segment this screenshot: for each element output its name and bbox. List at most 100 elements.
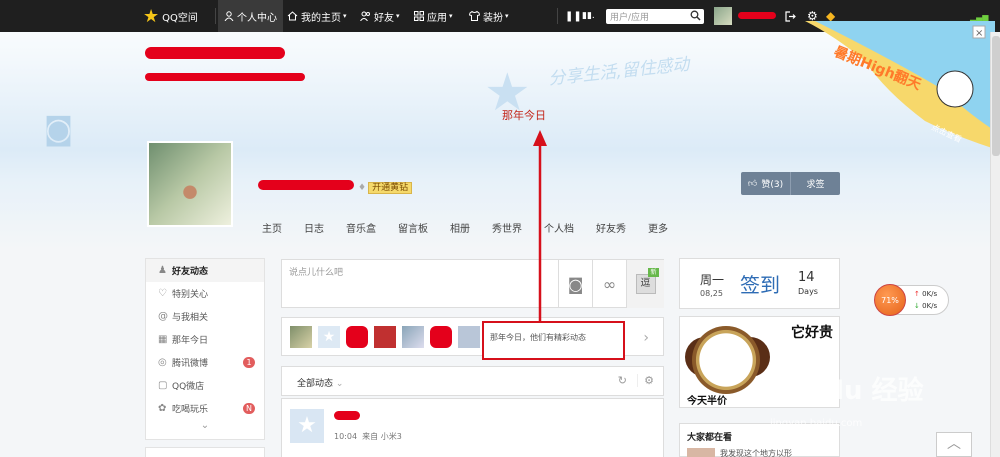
chevron-down-icon: ▾ — [396, 12, 400, 20]
tab-album[interactable]: 相册 — [450, 220, 470, 235]
nav-my-homepage[interactable]: 我的主页 ▾ — [287, 0, 347, 32]
tab-blog[interactable]: 日志 — [304, 220, 324, 235]
annotation-title: 那年今日 — [502, 109, 546, 122]
photo-camera-icon[interactable]: ◙ — [558, 260, 592, 308]
down-arrow-icon: ↓ — [914, 302, 920, 310]
sidebar-item-label: 与我相关 — [172, 313, 209, 323]
camera-decoration-icon: ◙ — [44, 112, 74, 147]
qzone-logo[interactable]: ★ QQ空间 — [143, 0, 198, 32]
network-speed-widget[interactable]: 71% ↑ 0K/s ↓ 0K/s — [874, 284, 949, 316]
trending-title: 大家都在看 — [687, 433, 733, 443]
nav-decorate[interactable]: 装扮 ▾ — [469, 0, 509, 32]
friend-avatar[interactable] — [290, 326, 312, 348]
sidebar-lower-panel — [145, 447, 265, 457]
friend-avatar-redacted[interactable] — [430, 326, 452, 348]
on-this-day-highlight[interactable]: 那年今日，他们有精彩动态 — [482, 321, 625, 360]
expand-chevron-icon[interactable]: ⌄ — [146, 420, 264, 431]
feed-meta: 10:04 来自 小米3 — [334, 431, 402, 442]
vip-label: 开通黄钻 — [368, 182, 413, 194]
nav-apps[interactable]: 应用 ▾ — [414, 0, 453, 32]
up-arrow-icon: ↑ — [914, 290, 920, 298]
upload-value: 0K/s — [922, 290, 938, 298]
checkin-button[interactable]: 签到 — [740, 269, 780, 298]
sidebar-item-label: 那年今日 — [172, 336, 209, 346]
user-avatar[interactable] — [714, 7, 732, 25]
feed-avatar[interactable]: ★ — [290, 409, 324, 443]
sidebar-item-label: 吃喝玩乐 — [172, 405, 209, 415]
sidebar-item-friend-feed[interactable]: ♟ 好友动态 — [146, 259, 264, 282]
redacted-space-subtitle — [145, 73, 305, 81]
chevron-right-icon[interactable]: › — [643, 330, 649, 346]
settings-gear-icon[interactable]: ⚙ — [637, 374, 654, 387]
header-slogan: 分享生活,留住感动 — [547, 54, 691, 90]
link-icon[interactable]: ∞ — [592, 260, 626, 308]
tab-more[interactable]: 更多 — [648, 220, 668, 235]
feed-filter-dropdown[interactable]: 全部动态 ⌄ — [297, 376, 343, 389]
friend-avatar[interactable] — [374, 326, 396, 348]
friend-avatar-redacted[interactable] — [346, 326, 368, 348]
checkin-widget[interactable]: 周一 08,25 签到 14 Days — [679, 258, 840, 309]
mood-button[interactable]: 逗新 — [626, 260, 664, 308]
tab-home[interactable]: 主页 — [262, 220, 282, 235]
download-speed: ↓ 0K/s — [914, 302, 937, 310]
home-icon — [287, 11, 298, 21]
trending-snippet[interactable]: 我发现这个地方以形 — [720, 448, 792, 457]
like-label: 赞(3) — [761, 180, 784, 190]
close-icon[interactable]: × — [975, 28, 983, 39]
post-composer[interactable]: 说点儿什么吧 ◙ ∞ 逗新 — [281, 259, 664, 308]
search-input[interactable]: 用户/应用 — [606, 9, 704, 24]
tab-friend-show[interactable]: 好友秀 — [596, 220, 626, 235]
like-button-group: 👍︎ 赞(3) 求签 — [741, 172, 840, 195]
summer-promo-banner[interactable]: 暑期High翻天 点击查看 × — [805, 21, 995, 149]
weibo-icon: ◎ — [158, 357, 167, 368]
back-to-top-button[interactable]: ︿ — [936, 432, 972, 457]
checkin-days-label: Days — [798, 287, 818, 296]
chevron-down-icon: ▾ — [449, 12, 453, 20]
tab-music[interactable]: 音乐盒 — [346, 220, 376, 235]
mood-icon: 逗新 — [635, 268, 659, 294]
divider — [215, 8, 216, 24]
sidebar-item-food-fun[interactable]: ✿ 吃喝玩乐 N — [146, 397, 264, 420]
search-icon[interactable] — [690, 10, 701, 21]
shirt-icon — [469, 11, 480, 21]
nav-label: 我的主页 — [301, 12, 341, 24]
ask-label: 求签 — [806, 180, 825, 190]
friends-icon: ♟ — [158, 265, 167, 276]
vip-badge[interactable]: ♦ 开通黄钻 — [358, 180, 413, 194]
sidebar-item-label: 特别关心 — [172, 290, 209, 300]
tab-profile[interactable]: 个人档 — [544, 220, 574, 235]
speed-percent: 71% — [874, 284, 906, 316]
sidebar-item-shop[interactable]: ▢ QQ微店 — [146, 374, 264, 397]
nav-friends[interactable]: 好友 ▾ — [360, 0, 400, 32]
friends-icon — [360, 11, 370, 21]
redacted-space-title — [145, 47, 285, 59]
tab-show-world[interactable]: 秀世界 — [492, 220, 522, 235]
scrollbar-thumb[interactable] — [992, 36, 1000, 156]
trending-thumbnail[interactable] — [687, 448, 715, 457]
refresh-icon[interactable]: ↻ — [618, 374, 627, 387]
sidebar-item-on-this-day[interactable]: ▦ 那年今日 — [146, 328, 264, 351]
ask-sign-button[interactable]: 求签 — [790, 172, 840, 195]
pause-icon[interactable]: ❚❚ — [565, 0, 582, 32]
redacted-nickname — [258, 180, 354, 190]
chevron-down-icon: ▾ — [505, 12, 509, 20]
friend-avatar[interactable]: ★ — [318, 326, 340, 348]
chart-icon[interactable]: ▮▮. — [582, 0, 595, 32]
nav-personal-center[interactable]: 个人中心 — [218, 0, 283, 32]
like-button[interactable]: 👍︎ 赞(3) — [741, 172, 790, 195]
vertical-scrollbar[interactable] — [990, 32, 1000, 457]
sidebar-item-special-care[interactable]: ♡ 特别关心 — [146, 282, 264, 305]
friend-avatar[interactable] — [458, 326, 480, 348]
mood-glyph: 逗 — [640, 278, 651, 289]
friend-avatar[interactable] — [402, 326, 424, 348]
logout-icon[interactable] — [785, 0, 799, 32]
profile-avatar[interactable] — [147, 141, 233, 227]
composer-placeholder: 说点儿什么吧 — [289, 268, 344, 278]
sidebar-item-related-to-me[interactable]: @ 与我相关 — [146, 305, 264, 328]
star-logo-icon: ★ — [143, 5, 160, 27]
sidebar-item-weibo[interactable]: ◎ 腾讯微博 1 — [146, 351, 264, 374]
nav-label: 应用 — [427, 12, 447, 24]
profile-tabs: 主页 日志 音乐盒 留言板 相册 秀世界 个人档 好友秀 更多 — [262, 220, 690, 235]
sidebar-item-label: 好友动态 — [172, 267, 209, 277]
tab-message-board[interactable]: 留言板 — [398, 220, 428, 235]
